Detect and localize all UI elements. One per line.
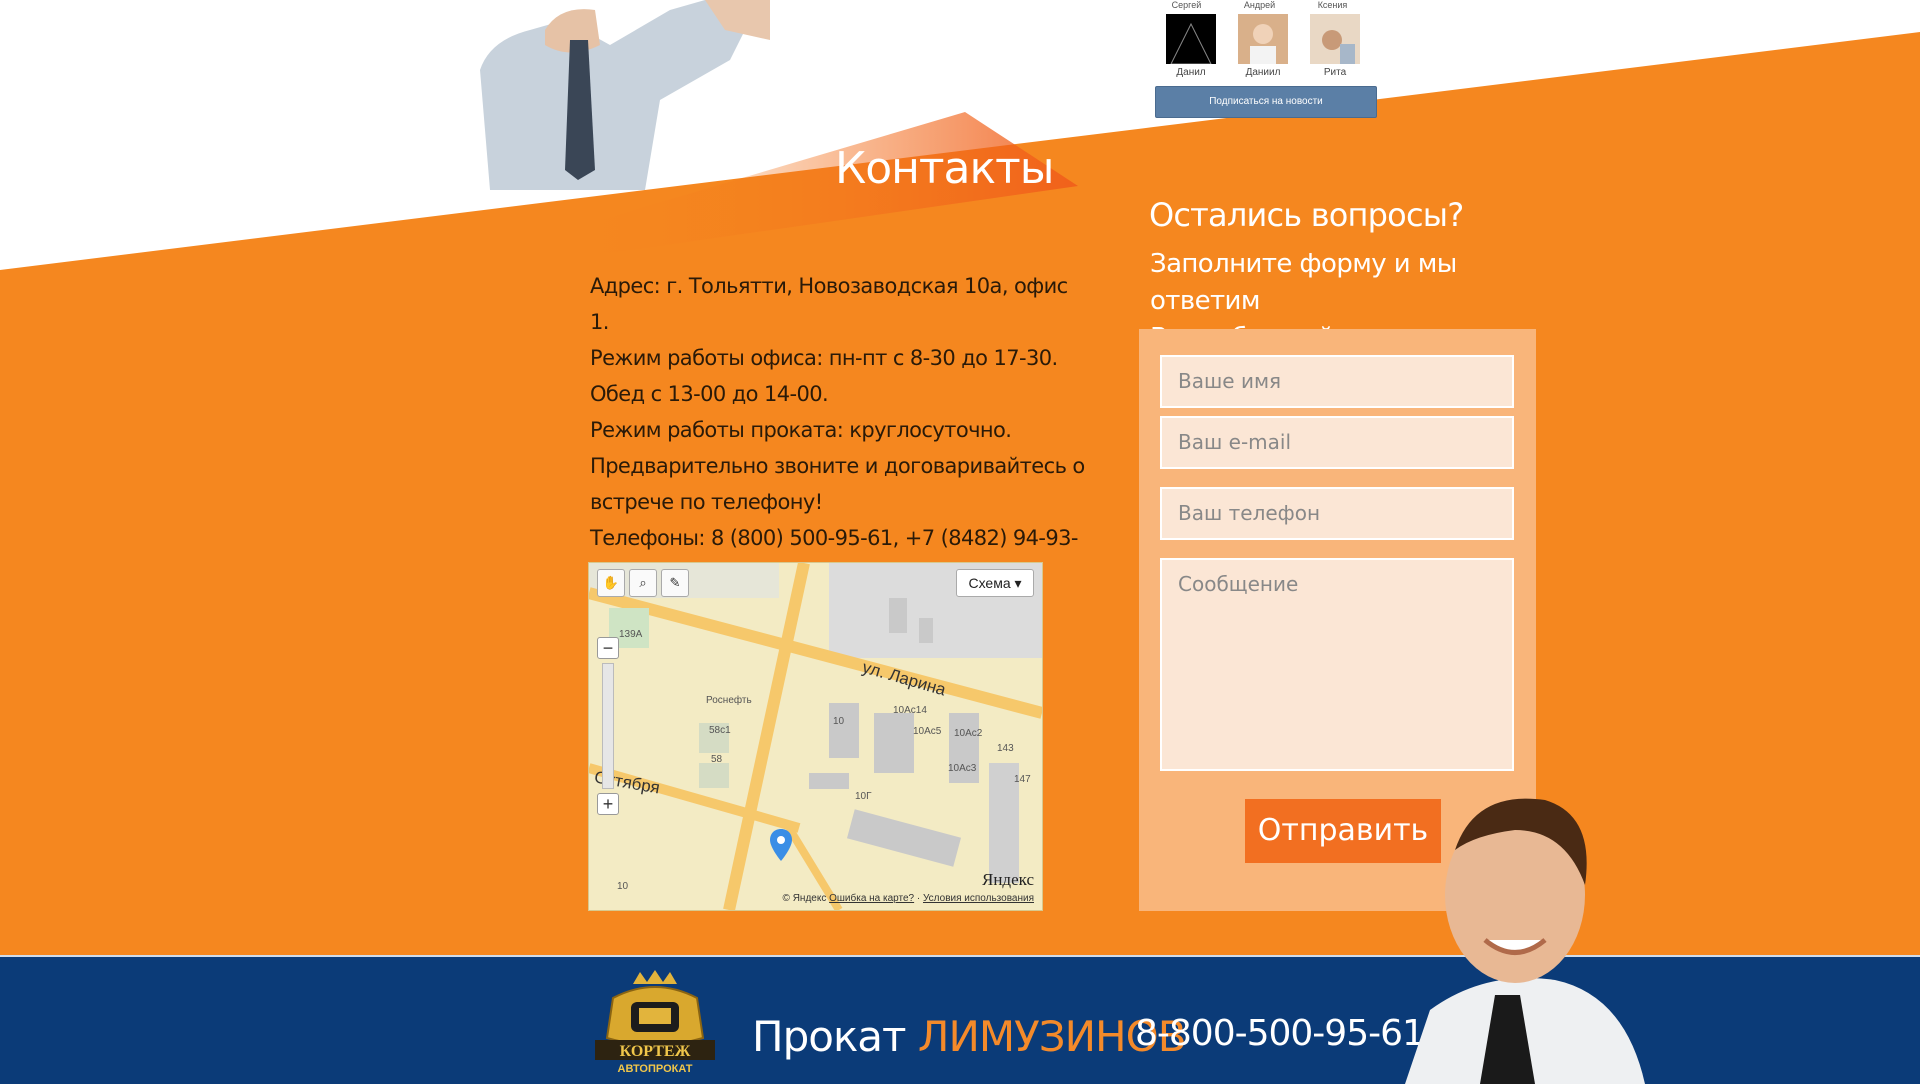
message-field[interactable]: Сообщение (1160, 558, 1514, 771)
logo-text: КОРТЕЖ (620, 1043, 691, 1060)
building-label: 10Ас2 (954, 728, 983, 739)
building-label: 10Ас3 (948, 763, 977, 774)
yandex-logo-text: Яндекс (981, 870, 1034, 889)
location-pin-icon[interactable] (769, 828, 793, 862)
building-label: 10Г (855, 791, 872, 802)
map-terms-link[interactable]: Условия использования (923, 893, 1034, 904)
map-layer-select[interactable]: Схема ▾ (956, 569, 1034, 597)
questions-heading: Остались вопросы? (1149, 196, 1464, 234)
building-label: 10 (833, 716, 845, 727)
businessman-image (480, 0, 770, 190)
name-field[interactable]: Ваше имя (1160, 355, 1514, 408)
call-ahead-note: Предварительно звоните и договаривайтесь… (590, 454, 1085, 514)
subtitle-line: Заполните форму и мы ответим (1150, 249, 1457, 316)
avatar[interactable] (1166, 14, 1216, 64)
avatar[interactable] (1310, 14, 1360, 64)
contacts-info: Адрес: г. Тольятти, Новозаводская 10а, о… (590, 268, 1090, 592)
zoom-slider[interactable] (602, 663, 614, 789)
building-label: 147 (1014, 774, 1031, 785)
map-error-link[interactable]: Ошибка на карте? (829, 893, 914, 904)
vk-member-name[interactable]: Рита (1310, 67, 1360, 78)
office-hours-text: Режим работы офиса: пн-пт с 8-30 до 17-3… (590, 346, 1058, 406)
yandex-logo[interactable]: Яндекс (982, 870, 1034, 890)
phone-field[interactable]: Ваш телефон (1160, 487, 1514, 540)
vk-avatars (1166, 14, 1360, 64)
building-label: 58 (711, 754, 723, 765)
address-text: Адрес: г. Тольятти, Новозаводская 10а, о… (590, 274, 1068, 334)
vk-top-name: Ксения (1317, 0, 1348, 10)
vk-community-widget: Сергей Андрей Ксения Данил Даниил Рита П… (1150, 0, 1380, 118)
smiling-man-image (1405, 798, 1645, 1084)
map-zoom-control: − + (597, 637, 619, 815)
vk-top-name: Андрей (1243, 0, 1276, 10)
building-label: 143 (997, 743, 1014, 754)
building-label: 10 (617, 881, 629, 892)
vk-member-name[interactable]: Данил (1166, 67, 1216, 78)
brand-prefix: Прокат (752, 1012, 907, 1061)
building-label: 10Ас14 (893, 705, 927, 716)
building-label: 58с1 (709, 725, 731, 736)
brand-title: Прокат ЛИМУЗИНОВ (752, 1012, 1187, 1061)
rental-hours-text: Режим работы проката: круглосуточно. (590, 418, 1012, 442)
vk-top-name: Сергей (1171, 0, 1202, 10)
logo-subtext: АВТОПРОКАТ (618, 1063, 693, 1075)
ruler-icon[interactable]: ✎ (661, 569, 689, 597)
vk-member-names: Данил Даниил Рита (1166, 67, 1360, 78)
magnifier-icon[interactable]: ⌕ (629, 569, 657, 597)
poi-label: Роснефть (706, 695, 752, 706)
avatar[interactable] (1238, 14, 1288, 64)
zoom-in-button[interactable]: + (597, 793, 619, 815)
building-label: 10Ас5 (913, 726, 942, 737)
email-field[interactable]: Ваш e-mail (1160, 416, 1514, 469)
vk-top-names: Сергей Андрей Ксения (1150, 0, 1380, 10)
page: Сергей Андрей Ксения Данил Даниил Рита П… (0, 0, 1920, 1084)
map-copyright: © Яндекс (782, 893, 827, 904)
drag-hand-icon[interactable]: ✋ (597, 569, 625, 597)
subscribe-button[interactable]: Подписаться на новости (1155, 86, 1377, 118)
contacts-heading: Контакты (835, 143, 1054, 194)
zoom-out-button[interactable]: − (597, 637, 619, 659)
building-label: 139А (619, 629, 643, 640)
vk-member-name[interactable]: Даниил (1238, 67, 1288, 78)
map-footer: © Яндекс Ошибка на карте? · Условия испо… (782, 893, 1034, 904)
kortezh-logo[interactable]: КОРТЕЖ АВТОПРОКАТ (585, 968, 725, 1080)
yandex-map[interactable]: ул. Ларина Октября Роснефть 139А 10Ас14 … (588, 562, 1043, 911)
